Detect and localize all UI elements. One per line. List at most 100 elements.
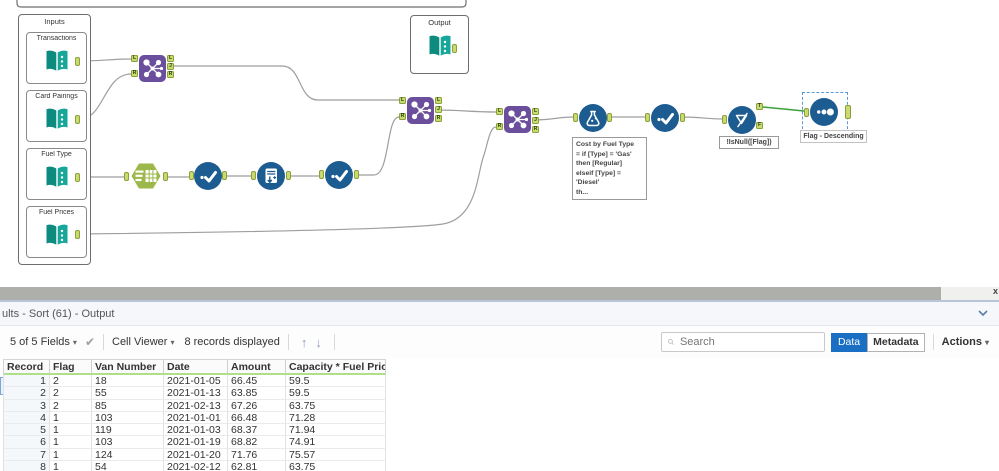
sort-tool[interactable] <box>810 98 838 131</box>
output-anchor[interactable] <box>286 171 291 180</box>
scroll-up-icon[interactable]: ↑ <box>301 335 308 350</box>
table-cell[interactable]: 1 <box>50 424 92 437</box>
output-anchor-join[interactable]: J <box>435 106 442 113</box>
table-cell[interactable]: 2021-02-13 <box>164 399 228 412</box>
input-anchor[interactable] <box>804 108 809 117</box>
table-cell[interactable]: 66.48 <box>228 411 286 425</box>
table-cell[interactable]: 103 <box>92 436 164 449</box>
scroll-down-icon[interactable]: ↓ <box>315 335 322 350</box>
column-header[interactable]: Van Number <box>92 360 164 375</box>
join-tool[interactable] <box>504 106 531 138</box>
table-cell[interactable]: 2021-01-05 <box>164 375 228 388</box>
table-cell[interactable]: 63.85 <box>228 387 286 400</box>
table-cell[interactable]: 2021-01-01 <box>164 411 228 425</box>
table-cell[interactable]: 75.57 <box>286 448 386 462</box>
input-anchor[interactable] <box>573 113 578 122</box>
input-anchor[interactable] <box>319 170 324 179</box>
text-to-columns-tool[interactable] <box>130 162 162 195</box>
table-cell[interactable]: 62.81 <box>228 461 286 471</box>
output-anchor-right[interactable]: R <box>532 126 539 133</box>
output-anchor[interactable] <box>75 230 80 239</box>
output-anchor[interactable] <box>354 170 359 179</box>
table-cell[interactable]: 55 <box>92 387 164 400</box>
table-cell[interactable]: 59.5 <box>286 375 386 388</box>
fields-selector[interactable]: 5 of 5 Fields ▾ <box>10 336 77 348</box>
table-cell[interactable]: 71.94 <box>286 424 386 437</box>
generate-rows-tool[interactable] <box>257 162 285 195</box>
table-cell[interactable]: 74.91 <box>286 436 386 449</box>
splitter-handle[interactable] <box>0 287 941 300</box>
table-cell[interactable]: 68.37 <box>228 424 286 437</box>
input-anchor[interactable] <box>124 172 129 181</box>
table-cell[interactable]: 18 <box>92 375 164 388</box>
formula-comment-box[interactable]: Cost by Fuel Type = if [Type] = 'Gas' th… <box>572 137 647 200</box>
data-tab-button[interactable]: Data <box>830 332 868 352</box>
output-container[interactable]: Output <box>410 15 469 74</box>
column-header[interactable]: Amount <box>228 360 286 375</box>
table-cell[interactable]: 66.45 <box>228 375 286 388</box>
table-cell[interactable]: 3 <box>4 399 50 412</box>
table-cell[interactable]: 67.26 <box>228 399 286 412</box>
select-tool[interactable] <box>325 161 353 194</box>
filter-tool[interactable] <box>728 106 756 139</box>
true-output-anchor[interactable]: T <box>756 103 763 110</box>
search-box[interactable] <box>660 332 825 352</box>
table-row[interactable]: 1 2 18 2021-01-05 66.45 59.5 <box>4 375 386 388</box>
input-anchor[interactable] <box>722 115 727 124</box>
output-anchor[interactable] <box>222 171 227 180</box>
table-cell[interactable]: 1 <box>4 375 50 388</box>
input-anchor[interactable] <box>189 171 194 180</box>
input-anchor-right[interactable]: R <box>131 70 138 77</box>
table-cell[interactable]: 8 <box>4 461 50 471</box>
output-anchor[interactable] <box>75 173 80 182</box>
input-anchor-left[interactable]: L <box>131 55 138 62</box>
table-cell[interactable]: 2 <box>50 399 92 412</box>
cell-viewer-dropdown[interactable]: Cell Viewer ▾ <box>112 336 174 348</box>
chevron-down-icon[interactable] <box>977 307 989 319</box>
table-cell[interactable]: 63.75 <box>286 461 386 471</box>
table-cell[interactable]: 2021-02-12 <box>164 461 228 471</box>
table-cell[interactable]: 6 <box>4 436 50 449</box>
column-header[interactable]: Capacity * Fuel Price <box>286 360 386 375</box>
table-cell[interactable]: 2021-01-19 <box>164 436 228 449</box>
workflow-canvas[interactable]: Inputs Transactions Card Pairings Fuel T… <box>0 0 999 287</box>
input-anchor[interactable] <box>645 113 650 122</box>
table-cell[interactable]: 1 <box>50 411 92 425</box>
table-cell[interactable]: 2021-01-20 <box>164 448 228 462</box>
table-cell[interactable]: 54 <box>92 461 164 471</box>
table-cell[interactable]: 1 <box>50 436 92 449</box>
output-anchor-join[interactable]: J <box>167 63 174 70</box>
output-anchor-join[interactable]: J <box>532 117 539 124</box>
column-header[interactable]: Date <box>164 360 228 375</box>
output-anchor[interactable] <box>680 113 685 122</box>
formula-tool[interactable] <box>579 104 607 137</box>
table-cell[interactable]: 2 <box>4 387 50 400</box>
table-cell[interactable]: 71.28 <box>286 411 386 425</box>
table-row[interactable]: 3 2 85 2021-02-13 67.26 63.75 <box>4 399 386 412</box>
table-cell[interactable]: 85 <box>92 399 164 412</box>
table-cell[interactable]: 2021-01-03 <box>164 424 228 437</box>
column-header[interactable]: Record <box>4 360 50 375</box>
search-input[interactable] <box>677 335 824 349</box>
output-anchor-right[interactable]: R <box>167 71 174 78</box>
results-header[interactable]: ults - Sort (61) - Output <box>0 302 999 326</box>
join-tool[interactable] <box>139 55 166 87</box>
actions-button[interactable]: Actions ▾ <box>942 336 989 348</box>
false-output-anchor[interactable]: F <box>756 122 763 129</box>
table-cell[interactable]: 7 <box>4 448 50 462</box>
table-cell[interactable]: 4 <box>4 411 50 425</box>
output-anchor-left[interactable]: L <box>167 55 174 62</box>
table-cell[interactable]: 2 <box>50 375 92 388</box>
table-cell[interactable]: 71.76 <box>228 448 286 462</box>
panel-splitter[interactable]: x <box>0 286 999 300</box>
input-anchor[interactable] <box>251 171 256 180</box>
filter-annotation[interactable]: !IsNull([Flag]) <box>719 136 779 149</box>
table-cell[interactable]: 119 <box>92 424 164 437</box>
table-row[interactable]: 5 1 119 2021-01-03 68.37 71.94 <box>4 424 386 437</box>
output-anchor[interactable] <box>607 113 612 122</box>
table-cell[interactable]: 68.82 <box>228 436 286 449</box>
input-anchor-right[interactable]: R <box>496 123 503 130</box>
table-cell[interactable]: 124 <box>92 448 164 462</box>
input-anchor-left[interactable]: L <box>399 97 406 104</box>
table-cell[interactable]: 2 <box>50 387 92 400</box>
